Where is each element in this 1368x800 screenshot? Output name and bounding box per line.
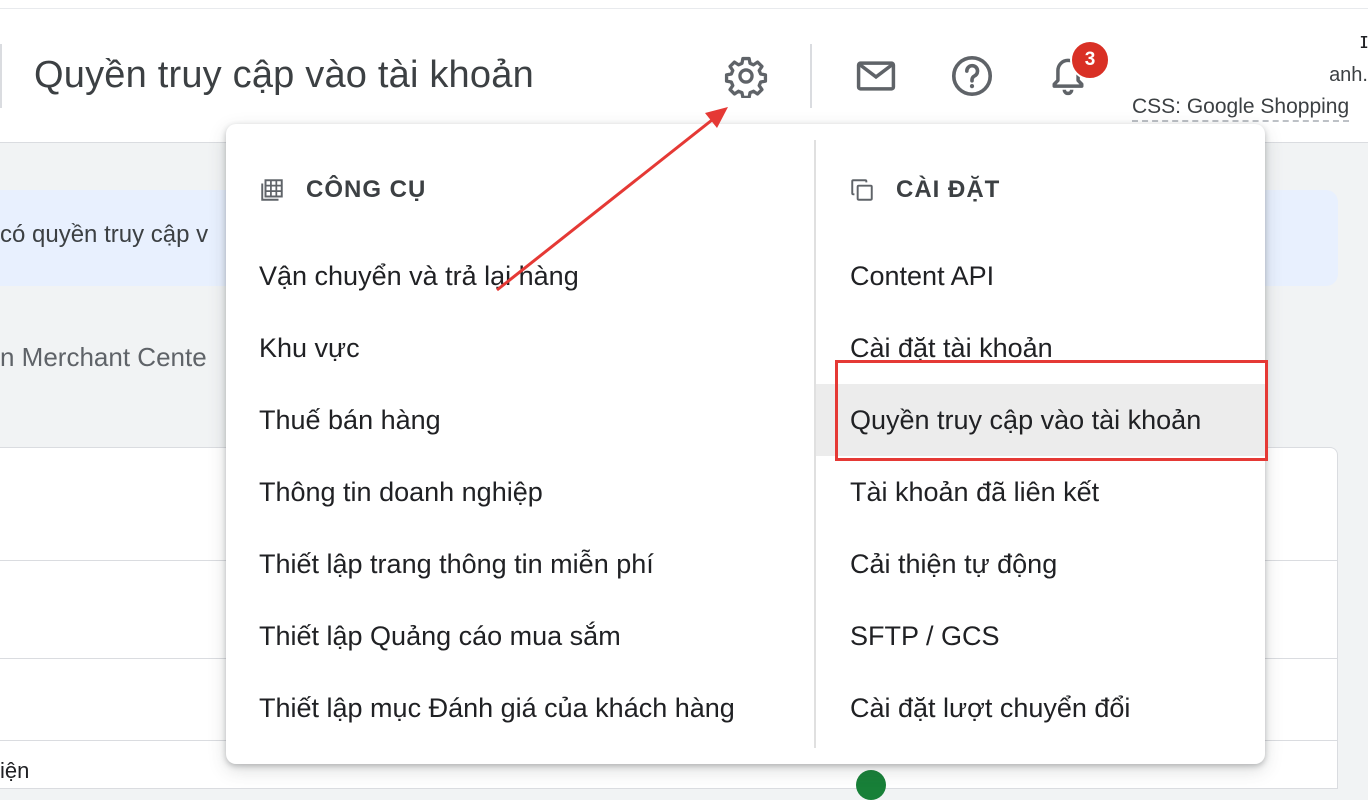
table-icon <box>258 176 286 204</box>
account-id-cut: ɪ <box>1360 28 1368 53</box>
menu-item-sales-tax[interactable]: Thuế bán hàng <box>226 384 814 456</box>
mail-icon[interactable] <box>852 52 900 100</box>
menu-item-shopping-ads-setup[interactable]: Thiết lập Quảng cáo mua sắm <box>226 600 814 672</box>
annotation-highlight-box <box>835 360 1268 461</box>
tools-heading-label: CÔNG CỤ <box>306 176 427 203</box>
settings-heading-label: CÀI ĐẶT <box>896 176 1001 203</box>
menu-item-free-listings-setup[interactable]: Thiết lập trang thông tin miễn phí <box>226 528 814 600</box>
status-dot <box>856 770 886 800</box>
menu-item-business-info[interactable]: Thông tin doanh nghiệp <box>226 456 814 528</box>
account-css-label[interactable]: CSS: Google Shopping <box>1132 95 1350 122</box>
menu-item-sftp-gcs[interactable]: SFTP / GCS <box>816 600 1265 672</box>
help-icon[interactable] <box>946 50 998 102</box>
section-description: n Merchant Cente <box>0 342 207 372</box>
notification-count-badge[interactable]: 3 <box>1070 40 1110 80</box>
info-banner-text: có quyền truy cập v <box>0 221 209 248</box>
menu-item-regions[interactable]: Khu vực <box>226 312 814 384</box>
menu-item-automatic-improvements[interactable]: Cải thiện tự động <box>816 528 1265 600</box>
header-icon-divider <box>810 44 812 108</box>
menu-item-linked-accounts[interactable]: Tài khoản đã liên kết <box>816 456 1265 528</box>
menu-item-content-api[interactable]: Content API <box>816 240 1265 312</box>
top-header: Quyền truy cập vào tài khoản 3 ɪ anh. CS… <box>0 0 1368 143</box>
settings-heading: CÀI ĐẶT <box>848 176 1000 204</box>
tools-heading: CÔNG CỤ <box>258 176 426 204</box>
card-cut-text: iện <box>0 758 30 783</box>
header-top-line <box>0 8 1368 9</box>
header-left-divider <box>0 44 2 108</box>
account-name[interactable]: anh. <box>1329 64 1368 87</box>
copy-icon <box>848 176 876 204</box>
page-title: Quyền truy cập vào tài khoản <box>34 54 534 96</box>
menu-item-conversion-settings[interactable]: Cài đặt lượt chuyển đổi <box>816 672 1265 744</box>
gear-icon[interactable] <box>720 50 772 102</box>
menu-item-shipping-returns[interactable]: Vận chuyển và trả lại hàng <box>226 240 814 312</box>
menu-item-customer-reviews-setup[interactable]: Thiết lập mục Đánh giá của khách hàng <box>226 672 814 744</box>
